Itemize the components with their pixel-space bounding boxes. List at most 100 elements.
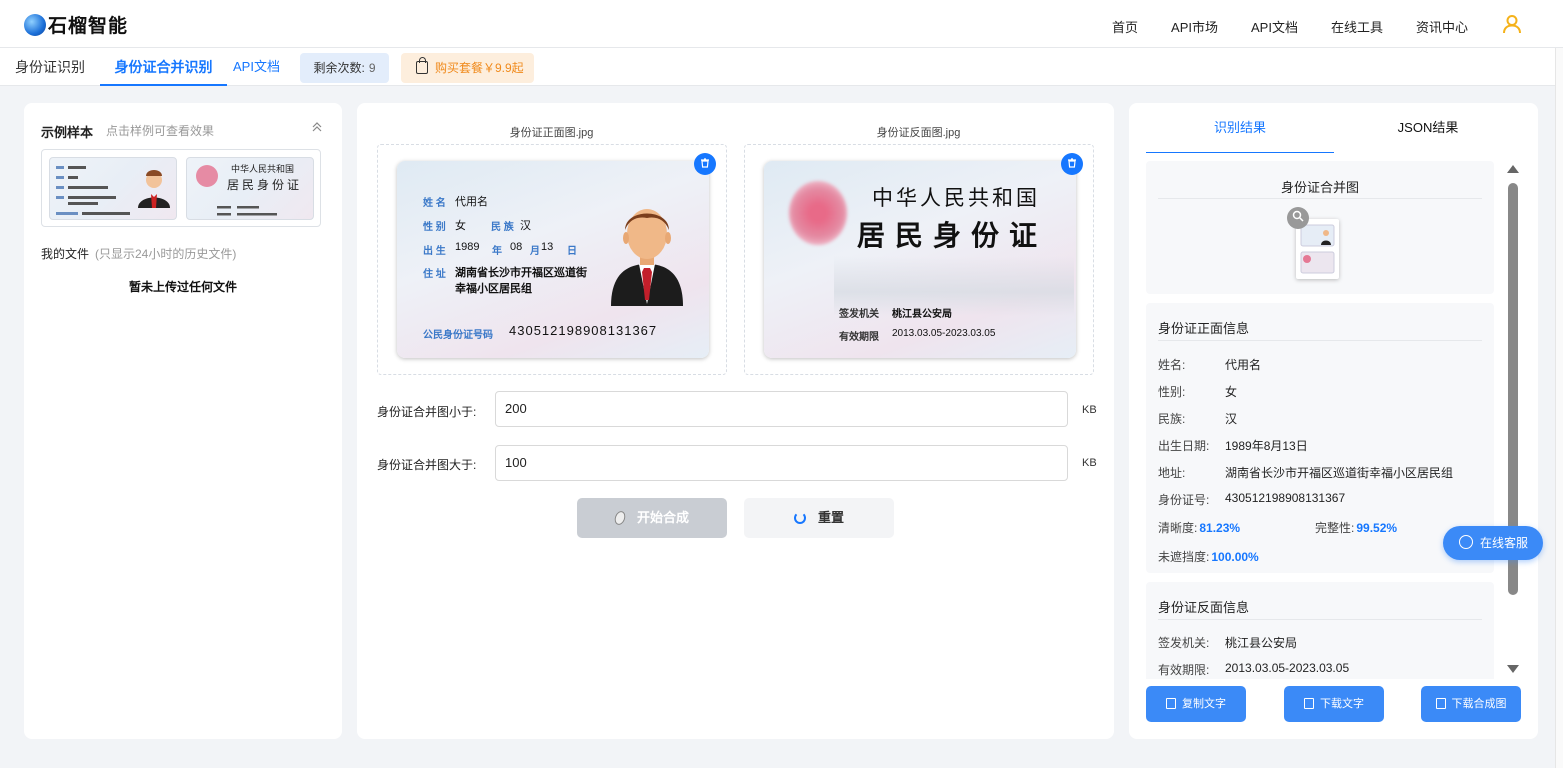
front-upload-area[interactable]: 姓 名 代用名 性 别 女 民 族 汉 出 生 1989 年 08 月 13 日…	[377, 144, 727, 375]
buy-package-button[interactable]: 购买套餐￥9.9起	[401, 53, 534, 83]
back-big-title: 居民身份证	[857, 219, 1048, 252]
front-addr-line1: 湖南省长沙市开福区巡道街	[455, 267, 587, 279]
front-name: 代用名	[455, 196, 488, 208]
copy-text-label: 复制文字	[1182, 698, 1226, 710]
scroll-up-icon[interactable]	[1507, 165, 1519, 173]
divider	[1158, 198, 1482, 199]
front-day-label: 日	[567, 246, 577, 257]
brand-name: 石榴智能	[48, 16, 129, 37]
no-files-message: 暂未上传过任何文件	[128, 280, 237, 294]
sample-thumb-back[interactable]: 中华人民共和国 居民身份证	[186, 157, 314, 220]
nav-api-docs[interactable]: API文档	[1251, 17, 1298, 36]
clarity-key: 清晰度:	[1158, 521, 1198, 535]
front-info-section: 身份证正面信息 姓名: 代用名 性别: 女 民族: 汉 出生日期: 1989年8月13日…	[1146, 303, 1494, 573]
min-size-label: 身份证合并图大于:	[377, 458, 477, 472]
copy-text-button[interactable]: 复制文字	[1146, 686, 1246, 722]
id-front-image: 姓 名 代用名 性 别 女 民 族 汉 出 生 1989 年 08 月 13 日…	[397, 161, 709, 358]
front-id-number: 430512198908131367	[509, 323, 658, 338]
tab-json-result[interactable]: JSON结果	[1334, 103, 1522, 153]
nav-home[interactable]: 首页	[1112, 17, 1138, 36]
front-birth-month: 08	[510, 241, 523, 253]
user-icon[interactable]	[1502, 14, 1522, 34]
field-unblocked: 未遮挡度: 100.00%	[1158, 548, 1259, 565]
start-merge-button[interactable]: 开始合成	[577, 498, 727, 538]
document-icon	[1166, 698, 1176, 709]
field-id-value: 430512198908131367	[1225, 491, 1346, 505]
result-content: 身份证合并图 身份证正面信息 姓名: 代用名 性别: 女 民族: 汉 出生日期: 198…	[1146, 161, 1494, 679]
back-file-name: 身份证反面图.jpg	[876, 127, 961, 139]
field-nation-value: 汉	[1225, 412, 1238, 426]
zoom-icon[interactable]	[1287, 207, 1309, 229]
field-address-key: 地址:	[1158, 466, 1186, 480]
nav-news[interactable]: 资讯中心	[1416, 17, 1468, 36]
back-valid: 2013.03.05-2023.03.05	[892, 328, 996, 339]
remaining-value: 9	[368, 61, 376, 75]
tab-id-merge[interactable]: 身份证合并识别	[100, 48, 227, 86]
tab-recognition-result[interactable]: 识别结果	[1146, 103, 1334, 153]
trash-icon	[701, 158, 709, 168]
nav-api-market[interactable]: API市场	[1171, 17, 1218, 36]
field-clarity: 清晰度: 81.23%	[1158, 519, 1240, 536]
field-valid-value: 2013.03.05-2023.03.05	[1225, 661, 1350, 675]
front-addr-label: 住 址	[423, 269, 446, 280]
result-panel: 识别结果 JSON结果 身份证合并图 身份证正面信息 姓名: 代用名 性别: 女 民…	[1129, 103, 1538, 739]
scroll-down-icon[interactable]	[1507, 665, 1519, 673]
field-name-key: 姓名:	[1158, 358, 1186, 372]
tab-id-recognition[interactable]: 身份证识别	[15, 48, 85, 86]
max-size-unit: KB	[1082, 404, 1097, 416]
reset-button[interactable]: 重置	[744, 498, 894, 538]
back-valid-label: 有效期限	[839, 332, 879, 343]
clarity-value: 81.23%	[1199, 521, 1241, 535]
field-birth: 出生日期: 1989年8月13日	[1158, 437, 1308, 454]
back-upload-area[interactable]: 中华人民共和国 居民身份证 签发机关 桃江县公安局 有效期限 2013.03.0…	[744, 144, 1094, 375]
logo-icon	[24, 13, 46, 36]
back-title: 中华人民共和国	[872, 186, 1040, 210]
sample-thumb-front[interactable]	[49, 157, 177, 220]
start-merge-label: 开始合成	[636, 510, 689, 525]
remaining-label: 剩余次数:	[313, 61, 365, 75]
online-service-button[interactable]: 在线客服	[1443, 526, 1543, 560]
field-id-key: 身份证号:	[1158, 493, 1210, 507]
samples-panel: 示例样本 点击样例可查看效果 中华人民共和国 居民身份证 我的文件 (只显示24小…	[24, 103, 342, 739]
top-bar: 石榴智能 首页 API市场 API文档 在线工具 资讯中心	[0, 0, 1563, 48]
field-address: 地址: 湖南省长沙市开福区巡道街幸福小区居民组	[1158, 464, 1453, 481]
my-files-title: 我的文件 (只显示24小时的历史文件)	[41, 245, 236, 262]
api-docs-link[interactable]: API文档	[233, 48, 280, 86]
field-integrity: 完整性: 99.52%	[1315, 519, 1397, 536]
field-authority-value: 桃江县公安局	[1225, 636, 1298, 650]
field-address-value: 湖南省长沙市开福区巡道街幸福小区居民组	[1225, 466, 1454, 480]
download-text-label: 下载文字	[1320, 698, 1364, 710]
id-back-image: 中华人民共和国 居民身份证 签发机关 桃江县公安局 有效期限 2013.03.0…	[764, 161, 1076, 358]
max-size-input[interactable]: 200	[495, 391, 1068, 427]
field-sex: 性别: 女	[1158, 383, 1237, 400]
download-image-button[interactable]: 下载合成图	[1421, 686, 1521, 722]
remaining-count-badge: 剩余次数: 9	[300, 53, 389, 83]
unblocked-key: 未遮挡度:	[1158, 550, 1210, 564]
sample-hint: 点击样例可查看效果	[106, 124, 215, 138]
front-info-title: 身份证正面信息	[1158, 321, 1250, 336]
front-nation-label: 民 族	[491, 222, 514, 233]
delete-back-button[interactable]	[1061, 153, 1083, 175]
front-addr-line2: 幸福小区居民组	[455, 283, 532, 295]
logo[interactable]: 石榴智能	[24, 11, 128, 38]
front-birth-label: 出 生	[423, 246, 446, 257]
field-nation: 民族: 汉	[1158, 410, 1237, 427]
sub-bar: 身份证识别 身份证合并识别 API文档 剩余次数: 9 购买套餐￥9.9起	[0, 48, 1563, 86]
refresh-icon	[793, 512, 806, 524]
field-nation-key: 民族:	[1158, 412, 1186, 426]
download-icon	[1304, 698, 1314, 709]
top-nav: 首页 API市场 API文档 在线工具 资讯中心	[1079, 17, 1468, 36]
integrity-key: 完整性:	[1315, 521, 1355, 535]
page-scrollbar[interactable]	[1555, 48, 1563, 768]
result-scrollbar[interactable]	[1507, 165, 1519, 675]
download-text-button[interactable]: 下载文字	[1284, 686, 1384, 722]
field-valid-key: 有效期限:	[1158, 663, 1210, 677]
online-service-label: 在线客服	[1480, 536, 1529, 550]
nav-online-tools[interactable]: 在线工具	[1331, 17, 1383, 36]
min-size-input[interactable]: 100	[495, 445, 1068, 481]
collapse-icon[interactable]	[311, 121, 323, 133]
delete-front-button[interactable]	[694, 153, 716, 175]
sample-box: 中华人民共和国 居民身份证	[41, 149, 321, 227]
max-size-label: 身份证合并图小于:	[377, 405, 477, 419]
unblocked-value: 100.00%	[1211, 550, 1259, 564]
